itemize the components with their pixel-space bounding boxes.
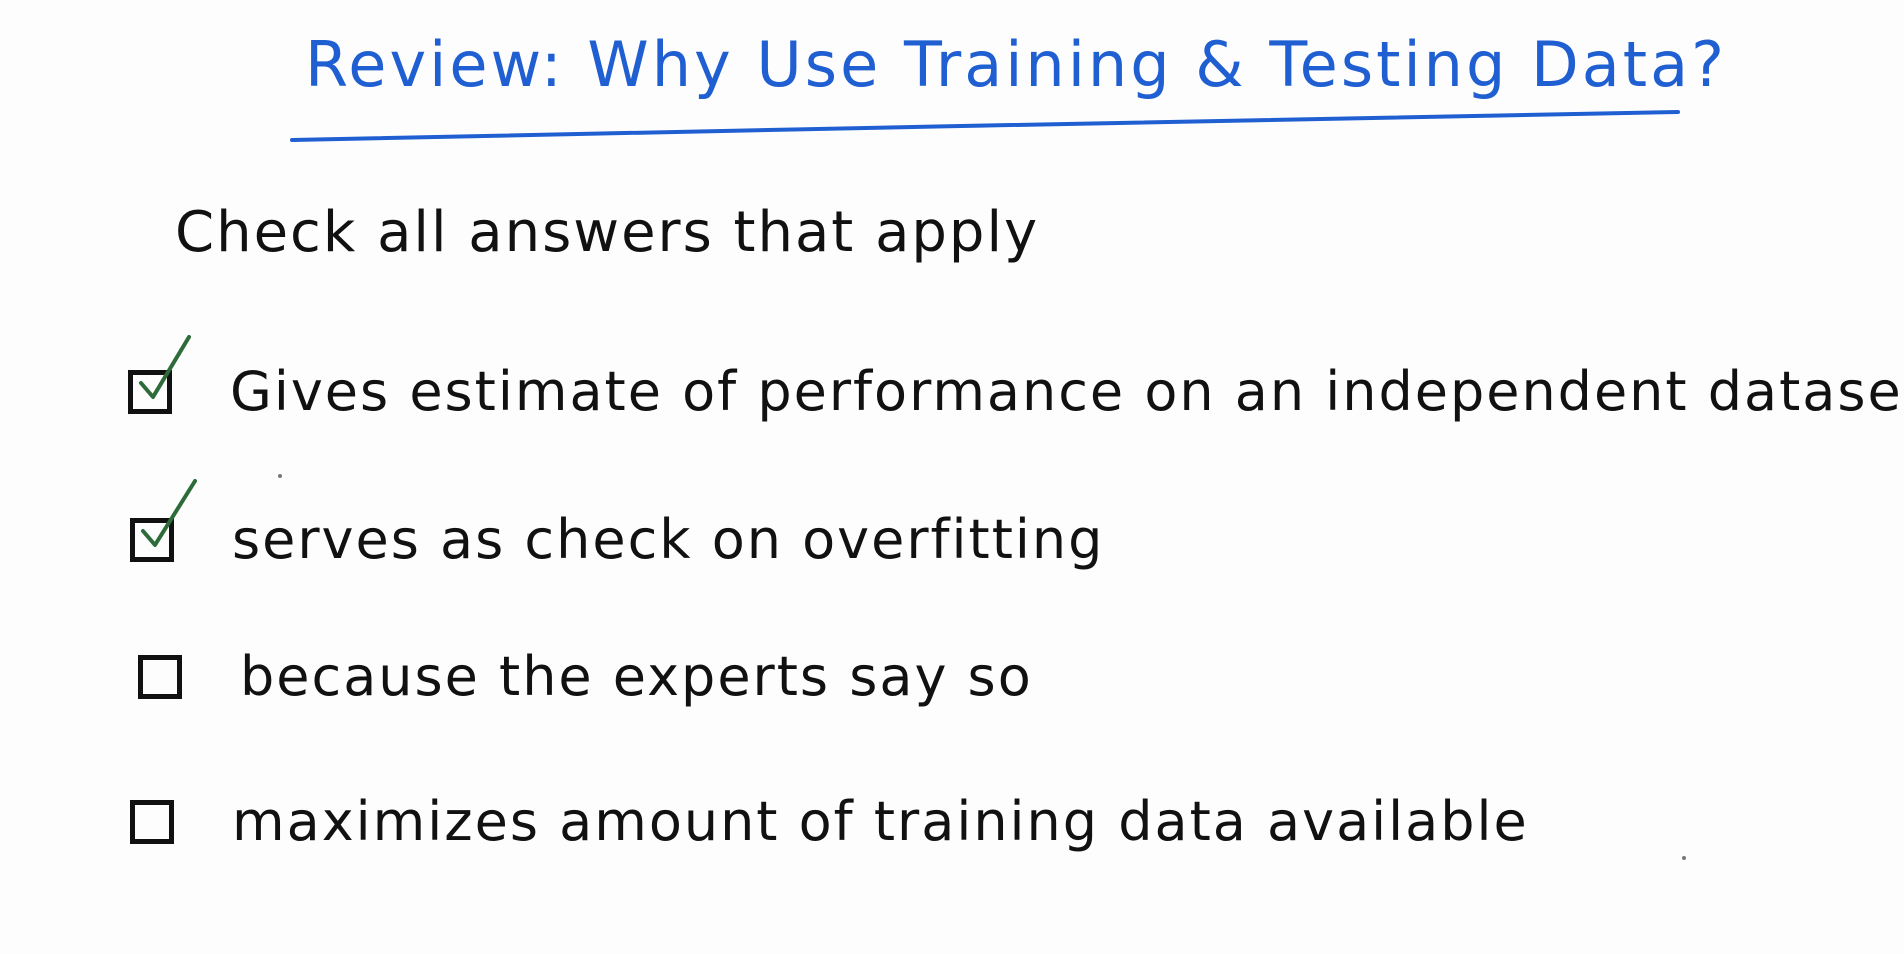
quiz-board: Review: Why Use Training & Testing Data?… [0, 0, 1904, 954]
ink-speck [278, 474, 282, 478]
quiz-instruction: Check all answers that apply [175, 200, 1040, 265]
answer-label: Gives estimate of performance on an inde… [230, 360, 1904, 423]
answer-option[interactable]: Gives estimate of performance on an inde… [128, 334, 1904, 423]
answer-label: because the experts say so [240, 645, 1033, 708]
answer-checkbox[interactable] [130, 799, 174, 844]
answer-checkbox[interactable] [138, 654, 182, 699]
answer-option[interactable]: serves as check on overfitting [130, 478, 1105, 571]
answer-checkbox[interactable] [130, 478, 197, 562]
answer-label: maximizes amount of training data availa… [232, 790, 1529, 853]
answer-option[interactable]: maximizes amount of training data availa… [130, 790, 1529, 853]
answer-checkbox[interactable] [128, 334, 191, 414]
ink-speck [1682, 856, 1686, 860]
answer-label: serves as check on overfitting [232, 508, 1105, 571]
answer-option[interactable]: because the experts say so [138, 645, 1033, 708]
